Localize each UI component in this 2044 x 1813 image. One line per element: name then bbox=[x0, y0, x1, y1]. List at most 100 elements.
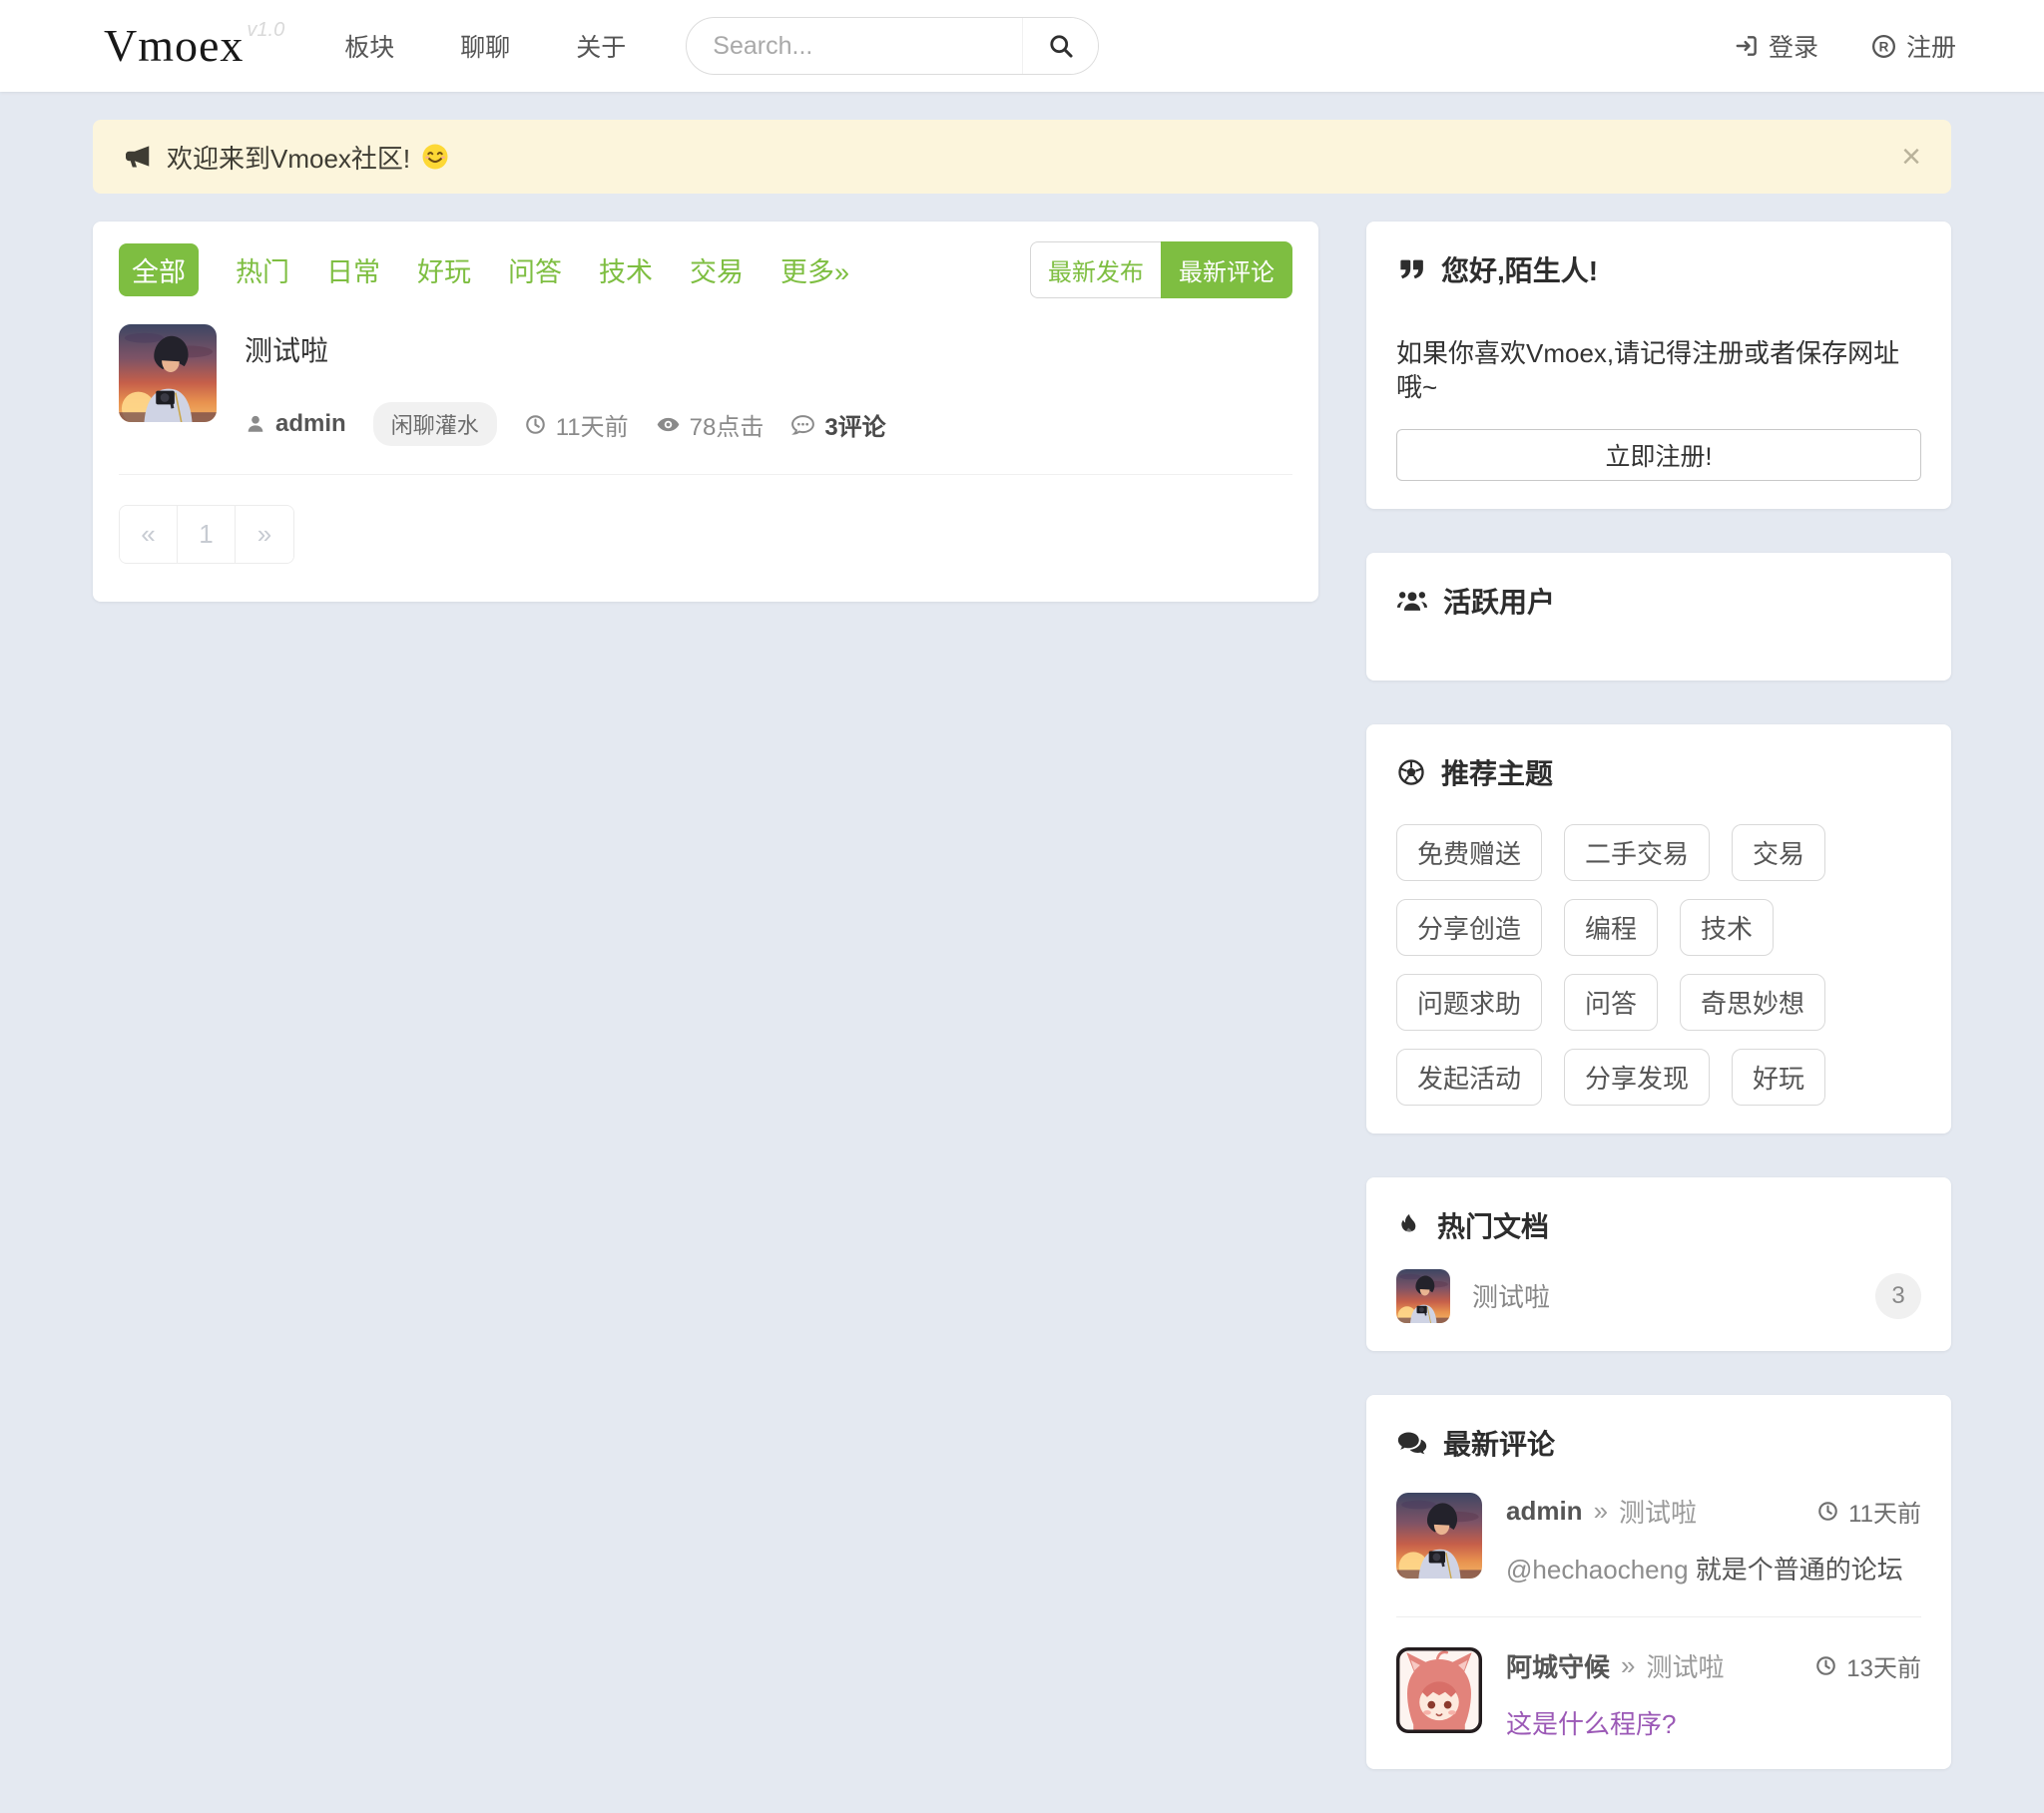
banner-text: 欢迎来到Vmoex社区! bbox=[167, 139, 410, 176]
greeting-title: 您好,陌生人! bbox=[1441, 249, 1598, 289]
comment-body: 阿城守候 » 测试啦 13天前 这是什么程序? bbox=[1506, 1647, 1921, 1741]
sort-latest-comment-button[interactable]: 最新评论 bbox=[1161, 241, 1292, 298]
comment-content-link[interactable]: 这是什么程序? bbox=[1506, 1704, 1921, 1741]
register-label: 注册 bbox=[1906, 28, 1956, 64]
comment-author-link[interactable]: 阿城守候 bbox=[1506, 1647, 1610, 1684]
tag-free-giveaway[interactable]: 免费赠送 bbox=[1396, 824, 1542, 881]
tag-events[interactable]: 发起活动 bbox=[1396, 1049, 1542, 1106]
tag-share-create[interactable]: 分享创造 bbox=[1396, 899, 1542, 956]
register-now-button[interactable]: 立即注册! bbox=[1396, 429, 1921, 481]
nav-link-boards[interactable]: 板块 bbox=[344, 28, 394, 64]
login-link[interactable]: 登录 bbox=[1734, 28, 1818, 64]
search-box bbox=[686, 17, 1099, 75]
comment-author-avatar[interactable] bbox=[1396, 1493, 1482, 1579]
hot-doc-count-badge: 3 bbox=[1875, 1273, 1921, 1319]
pagination-prev-button[interactable]: « bbox=[120, 506, 178, 563]
topic-author-avatar[interactable] bbox=[119, 324, 217, 422]
topic-clicks-text: 78点击 bbox=[690, 407, 765, 442]
comment-head: admin » 测试啦 11天前 bbox=[1506, 1493, 1921, 1530]
tab-trade[interactable]: 交易 bbox=[690, 250, 744, 289]
tag-help[interactable]: 问题求助 bbox=[1396, 974, 1542, 1031]
nav-link-about[interactable]: 关于 bbox=[576, 28, 626, 64]
banner-close-button[interactable]: × bbox=[1901, 140, 1921, 174]
topic-time: 11天前 bbox=[524, 407, 629, 442]
tag-share-discover[interactable]: 分享发现 bbox=[1564, 1049, 1710, 1106]
category-tabs: 全部 热门 日常 好玩 问答 技术 交易 更多» bbox=[119, 243, 849, 296]
auth-links: 登录 R 注册 bbox=[1734, 28, 1956, 64]
tag-ideas[interactable]: 奇思妙想 bbox=[1680, 974, 1825, 1031]
comment-bubble-icon bbox=[790, 412, 815, 437]
page-content: 全部 热门 日常 好玩 问答 技术 交易 更多» 最新发布 最新评论 bbox=[93, 222, 1951, 1813]
sort-toggle: 最新发布 最新评论 bbox=[1030, 241, 1292, 298]
users-icon bbox=[1396, 586, 1428, 616]
topic-author-link[interactable]: admin bbox=[245, 410, 346, 438]
tab-daily[interactable]: 日常 bbox=[326, 250, 380, 289]
comment-arrow: » bbox=[1594, 1496, 1608, 1527]
comment-time-text: 11天前 bbox=[1848, 1494, 1921, 1529]
comment-head: 阿城守候 » 测试啦 13天前 bbox=[1506, 1647, 1921, 1684]
clock-icon bbox=[1814, 1654, 1837, 1677]
active-users-header: 活跃用户 bbox=[1396, 581, 1921, 621]
mention-link[interactable]: @hechaocheng bbox=[1506, 1555, 1689, 1585]
hot-docs-header: 热门文档 bbox=[1396, 1205, 1921, 1245]
recommended-topics-header: 推荐主题 bbox=[1396, 752, 1921, 792]
tab-hot[interactable]: 热门 bbox=[236, 250, 289, 289]
eye-icon bbox=[656, 412, 681, 437]
tab-all[interactable]: 全部 bbox=[119, 243, 199, 296]
tab-more[interactable]: 更多» bbox=[780, 250, 849, 289]
hot-doc-title-link[interactable]: 测试啦 bbox=[1472, 1277, 1550, 1314]
filter-tabs-row: 全部 热门 日常 好玩 问答 技术 交易 更多» 最新发布 最新评论 bbox=[119, 241, 1292, 298]
tab-qa[interactable]: 问答 bbox=[508, 250, 562, 289]
recommended-topics-title: 推荐主题 bbox=[1441, 752, 1553, 792]
comment-author-link[interactable]: admin bbox=[1506, 1496, 1583, 1527]
hot-doc-avatar[interactable] bbox=[1396, 1269, 1450, 1323]
pagination: « 1 » bbox=[119, 505, 294, 564]
latest-comments-title: 最新评论 bbox=[1443, 1423, 1555, 1463]
brand-logo[interactable]: Vmoex v1.0 bbox=[104, 23, 284, 69]
nav-link-chat[interactable]: 聊聊 bbox=[460, 28, 510, 64]
topic-comments-text: 3评论 bbox=[824, 407, 885, 442]
tag-secondhand[interactable]: 二手交易 bbox=[1564, 824, 1710, 881]
tag-fun[interactable]: 好玩 bbox=[1732, 1049, 1825, 1106]
tag-qa[interactable]: 问答 bbox=[1564, 974, 1658, 1031]
topic-category-pill[interactable]: 闲聊灌水 bbox=[373, 402, 497, 446]
topic-body: 测试啦 admin 闲聊灌水 1 bbox=[245, 324, 1292, 446]
sort-latest-post-button[interactable]: 最新发布 bbox=[1030, 241, 1161, 298]
register-link[interactable]: R 注册 bbox=[1870, 28, 1956, 64]
search-input[interactable] bbox=[687, 32, 1022, 61]
tab-tech[interactable]: 技术 bbox=[599, 250, 653, 289]
topic-comments-link[interactable]: 3评论 bbox=[790, 407, 885, 442]
topic-title-link[interactable]: 测试啦 bbox=[245, 329, 328, 369]
topic-row: 测试啦 admin 闲聊灌水 1 bbox=[119, 324, 1292, 475]
pagination-page-1[interactable]: 1 bbox=[178, 506, 236, 563]
tag-programming[interactable]: 编程 bbox=[1564, 899, 1658, 956]
comment-time: 13天前 bbox=[1814, 1648, 1921, 1683]
search-button[interactable] bbox=[1022, 18, 1098, 74]
recommended-topics-card: 推荐主题 免费赠送 二手交易 交易 分享创造 编程 技术 问题求助 问答 奇思妙… bbox=[1366, 724, 1951, 1133]
tag-trade[interactable]: 交易 bbox=[1732, 824, 1825, 881]
fire-icon bbox=[1396, 1210, 1422, 1240]
hot-docs-card: 热门文档 测试啦 3 bbox=[1366, 1177, 1951, 1351]
active-users-title: 活跃用户 bbox=[1443, 581, 1555, 621]
tag-tech[interactable]: 技术 bbox=[1680, 899, 1774, 956]
latest-comments-card: 最新评论 admin » 测试啦 11天前 bbox=[1366, 1395, 1951, 1769]
active-users-body bbox=[1396, 621, 1921, 653]
futbol-icon bbox=[1396, 757, 1426, 787]
sidebar: 您好,陌生人! 如果你喜欢Vmoex,请记得注册或者保存网址哦~ 立即注册! 活… bbox=[1366, 222, 1951, 1813]
top-navbar: Vmoex v1.0 板块 聊聊 关于 登录 R 注册 bbox=[0, 0, 2044, 92]
sign-in-icon bbox=[1734, 33, 1760, 59]
main-column: 全部 热门 日常 好玩 问答 技术 交易 更多» 最新发布 最新评论 bbox=[93, 222, 1318, 602]
brand-name: Vmoex bbox=[104, 23, 244, 69]
tab-fun[interactable]: 好玩 bbox=[417, 250, 471, 289]
pagination-next-button[interactable]: » bbox=[236, 506, 293, 563]
brand-version: v1.0 bbox=[247, 19, 284, 42]
comment-post-link[interactable]: 测试啦 bbox=[1619, 1493, 1697, 1530]
topic-author-name: admin bbox=[275, 410, 346, 438]
comment-post-link[interactable]: 测试啦 bbox=[1646, 1647, 1724, 1684]
comment-author-avatar[interactable] bbox=[1396, 1647, 1482, 1733]
greeting-body: 如果你喜欢Vmoex,请记得注册或者保存网址哦~ bbox=[1396, 337, 1921, 405]
quote-icon bbox=[1396, 254, 1426, 284]
latest-comments-header: 最新评论 bbox=[1396, 1423, 1921, 1463]
active-users-card: 活跃用户 bbox=[1366, 553, 1951, 680]
comment-arrow: » bbox=[1621, 1650, 1635, 1681]
